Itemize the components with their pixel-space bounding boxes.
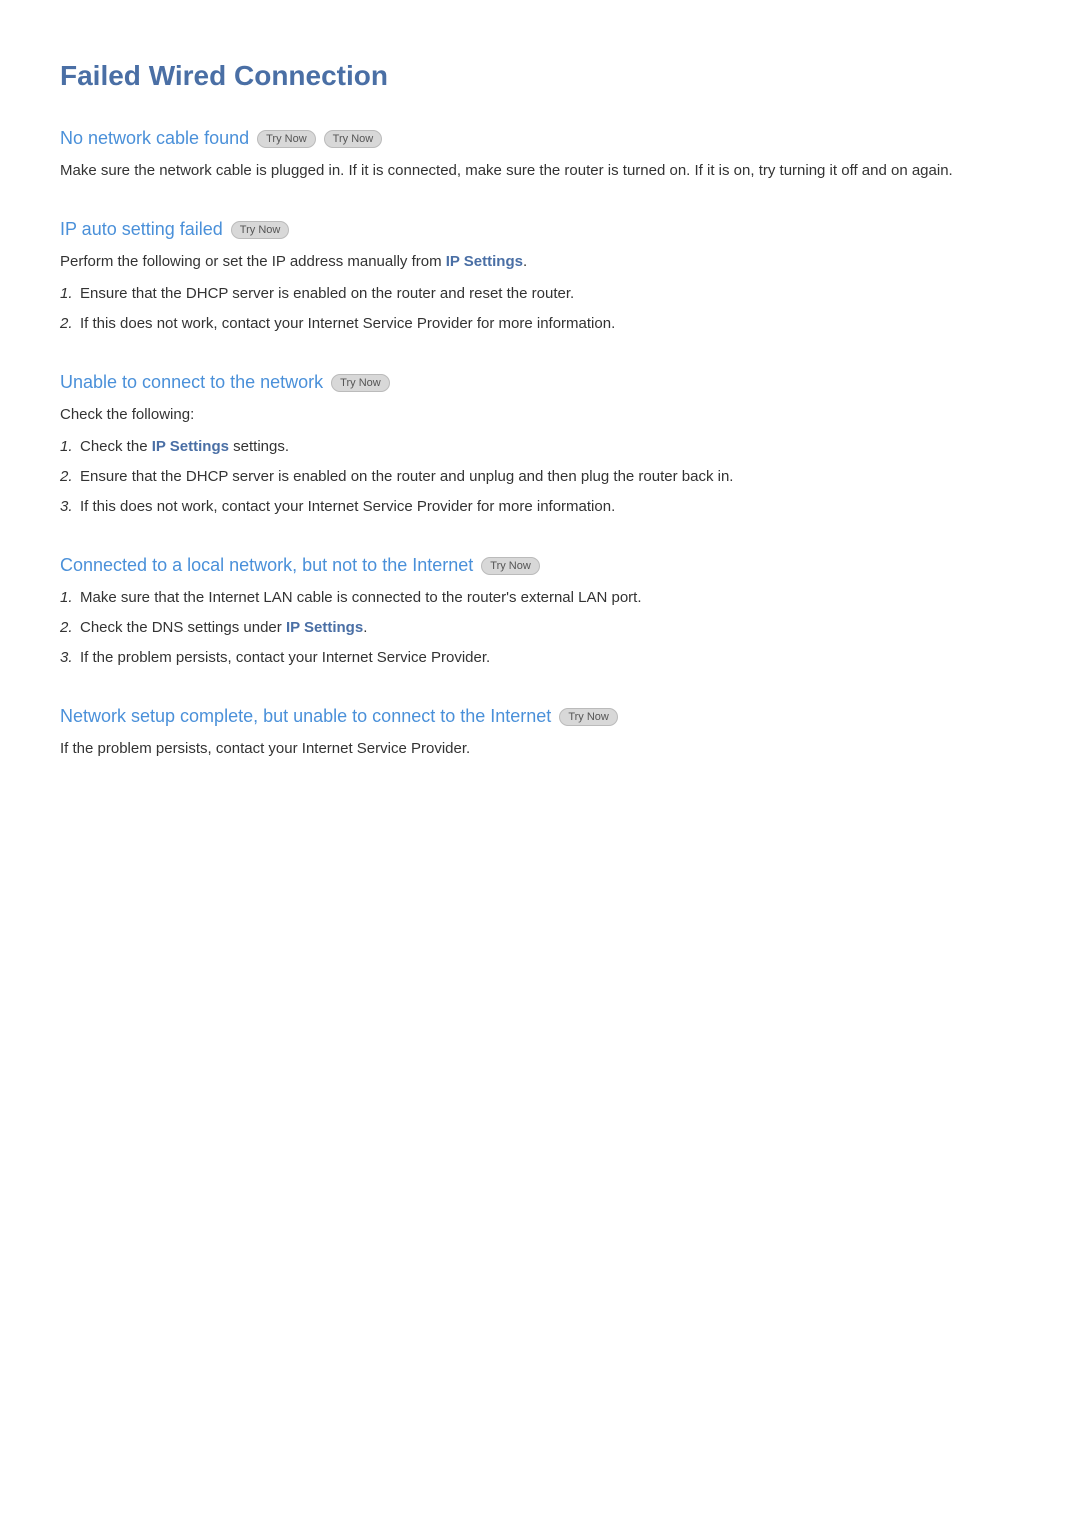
list-item-before: Check the [80,438,152,455]
ip-settings-link-1[interactable]: IP Settings [446,253,523,270]
ip-intro-before: Perform the following or set the IP addr… [60,253,446,270]
check-following-text: Check the following: [60,403,1020,427]
section-title-unable-to-connect: Unable to connect to the network [60,372,323,393]
list-item-before: Check the DNS settings under [80,619,286,636]
list-item-after: settings. [229,438,289,455]
section-no-network-cable: No network cable found Try Now Try Now M… [60,128,1020,183]
section-body-local: Make sure that the Internet LAN cable is… [60,586,1020,670]
section-header-ip: IP auto setting failed Try Now [60,219,1020,240]
try-now-button-2[interactable]: Try Now [231,221,290,239]
list-item: Check the DNS settings under IP Settings… [80,616,1020,640]
section-header: No network cable found Try Now Try Now [60,128,1020,149]
section-title-ip-auto-setting: IP auto setting failed [60,219,223,240]
section-body-no-network-cable: Make sure the network cable is plugged i… [60,159,1020,183]
section-header-local: Connected to a local network, but not to… [60,555,1020,576]
list-item: Make sure that the Internet LAN cable is… [80,586,1020,610]
section-ip-auto-setting: IP auto setting failed Try Now Perform t… [60,219,1020,336]
section-header-unable: Unable to connect to the network Try Now [60,372,1020,393]
section-title-network-setup-complete: Network setup complete, but unable to co… [60,706,551,727]
section-body-complete: If the problem persists, contact your In… [60,737,1020,761]
ip-intro-text: Perform the following or set the IP addr… [60,250,1020,274]
section-header-complete: Network setup complete, but unable to co… [60,706,1020,727]
ip-settings-link-3[interactable]: IP Settings [286,619,363,636]
page-title: Failed Wired Connection [60,60,1020,92]
list-item-after: . [363,619,367,636]
body-text-no-network-cable: Make sure the network cable is plugged i… [60,159,1020,183]
list-item: If the problem persists, contact your In… [80,646,1020,670]
try-now-button-1a[interactable]: Try Now [257,130,316,148]
ip-intro-suffix: . [523,253,527,270]
section-network-setup-complete: Network setup complete, but unable to co… [60,706,1020,761]
section-body-ip-auto-setting: Perform the following or set the IP addr… [60,250,1020,336]
unable-connect-list: Check the IP Settings settings. Ensure t… [60,435,1020,519]
section-title-no-network-cable: No network cable found [60,128,249,149]
try-now-button-4[interactable]: Try Now [481,557,540,575]
list-item: Ensure that the DHCP server is enabled o… [80,282,1020,306]
list-item: Ensure that the DHCP server is enabled o… [80,465,1020,489]
try-now-button-5[interactable]: Try Now [559,708,618,726]
list-item: Check the IP Settings settings. [80,435,1020,459]
ip-settings-link-2[interactable]: IP Settings [152,438,229,455]
section-unable-to-connect: Unable to connect to the network Try Now… [60,372,1020,519]
list-item: If this does not work, contact your Inte… [80,495,1020,519]
try-now-button-1b[interactable]: Try Now [324,130,383,148]
connected-local-list: Make sure that the Internet LAN cable is… [60,586,1020,670]
section-body-unable: Check the following: Check the IP Settin… [60,403,1020,519]
ip-auto-setting-list: Ensure that the DHCP server is enabled o… [60,282,1020,336]
section-title-connected-local: Connected to a local network, but not to… [60,555,473,576]
section-connected-local: Connected to a local network, but not to… [60,555,1020,670]
try-now-button-3[interactable]: Try Now [331,374,390,392]
body-text-complete: If the problem persists, contact your In… [60,737,1020,761]
list-item: If this does not work, contact your Inte… [80,312,1020,336]
